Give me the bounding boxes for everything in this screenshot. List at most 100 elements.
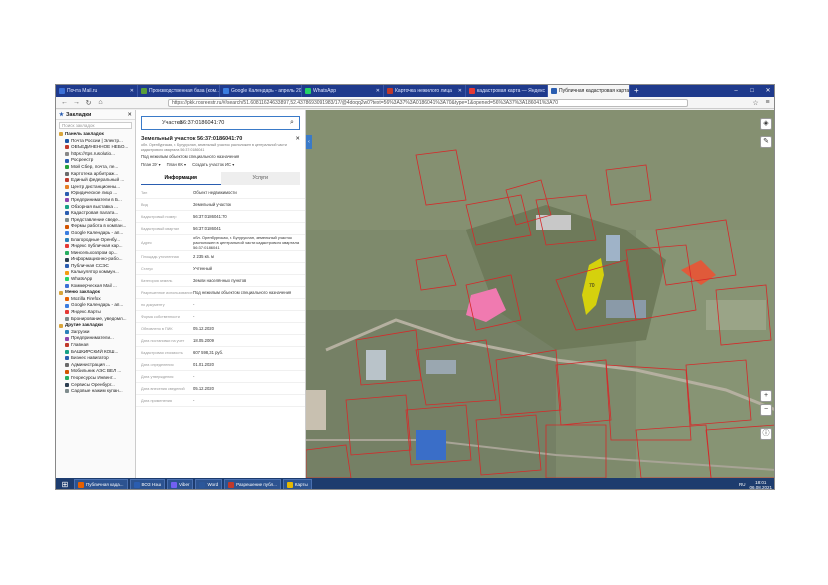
bookmark-item[interactable]: Публичная ССЭС [56, 263, 135, 270]
bookmark-item[interactable]: Мой Сбер, почта, пе... [56, 164, 135, 171]
cadastral-search-box[interactable]: Участки 56:37:0186041:70 ⌕ [141, 116, 300, 130]
ruler-icon[interactable]: ✎ [760, 136, 772, 148]
bookmark-folder[interactable]: Меню закладок [56, 289, 135, 296]
bookmark-item[interactable]: Предприниматели в Б... [56, 197, 135, 204]
tab-services[interactable]: Услуги [220, 172, 300, 185]
bookmark-item[interactable]: Картотека арбитраж... [56, 171, 135, 178]
browser-tab[interactable]: WhatsApp ✕ [302, 85, 384, 97]
bookmark-item[interactable]: Бронирование, уведомл... [56, 316, 135, 323]
bookmark-item[interactable]: БАШКИРСКИЙ КОШ... [56, 349, 135, 356]
bookmark-label: Благородные Оренбу... [71, 236, 121, 242]
bookmark-item[interactable]: Минсельхозпром ор... [56, 250, 135, 257]
bookmark-item[interactable]: Администрация ... [56, 362, 135, 369]
taskbar-app[interactable]: Публичная када... [74, 479, 128, 489]
bookmark-folder[interactable]: Панель закладок [56, 131, 135, 138]
bookmark-item[interactable]: Калькулятор коммун... [56, 269, 135, 276]
search-input[interactable]: 56:37:0186041:70 [180, 120, 285, 126]
bookmark-item[interactable]: Яндекс.Карты [56, 309, 135, 316]
bookmark-item[interactable]: Обзорная выставка ... [56, 204, 135, 211]
taskbar-app[interactable]: Карты [282, 479, 312, 489]
star-icon[interactable]: ☆ [751, 99, 760, 107]
bookmark-item[interactable]: Mozilla Firefox [56, 296, 135, 303]
browser-tab[interactable]: кадастровая карта — Яндекс✕ [466, 85, 548, 97]
bookmark-item[interactable]: Google Календарь - ап... [56, 302, 135, 309]
maximize-icon[interactable]: □ [744, 85, 760, 97]
browser-tab[interactable]: Google Календарь - апрель 20...✕ [220, 85, 302, 97]
bookmark-item[interactable]: Росреестр [56, 157, 135, 164]
menu-icon[interactable]: ≡ [763, 99, 772, 106]
bookmark-item[interactable]: WhatsApp [56, 276, 135, 283]
bookmark-item[interactable]: Информационно-рабо... [56, 256, 135, 263]
bookmark-label: Мой Сбер, почта, пе... [71, 163, 119, 169]
info-icon[interactable]: ⓘ [760, 428, 772, 440]
close-icon[interactable]: ✕ [295, 136, 300, 142]
bookmark-item[interactable]: Бизнес навигатор [56, 355, 135, 362]
card-title: Земельный участок 56:37:0186041:70 [141, 136, 243, 142]
bookmarks-search-input[interactable]: Поиск закладок [59, 122, 132, 129]
browser-tab[interactable]: Карточка нежилого лица ✕ [384, 85, 466, 97]
bookmark-item[interactable]: Садовые нажим купан... [56, 388, 135, 395]
card-tool-button[interactable]: План КК ▾ [167, 162, 186, 167]
favicon-icon [65, 310, 69, 315]
taskbar-app[interactable]: ВОЗ Нэш [129, 479, 166, 489]
browser-tab[interactable]: Производственная база (ком...✕ [138, 85, 220, 97]
bookmark-folder[interactable]: Другие закладки [56, 322, 135, 329]
map-view[interactable]: 70 ◈ ✎ + − ⓘ [306, 110, 775, 478]
bookmark-item[interactable]: Юридическое лицо ... [56, 190, 135, 197]
zoom-in-button[interactable]: + [760, 390, 772, 402]
bookmark-item[interactable]: Представление сведе... [56, 217, 135, 224]
bookmark-item[interactable]: Кадастровая палата... [56, 210, 135, 217]
bookmark-item[interactable]: Коммерческая Mail ... [56, 283, 135, 290]
bookmark-item[interactable]: Почта России | Электр... [56, 138, 135, 145]
search-icon[interactable]: ⌕ [285, 119, 299, 127]
taskbar-app[interactable]: Разрешение публ... [224, 479, 281, 489]
bookmark-item[interactable]: ОБЪЕДИНЕННОЕ НЕБО... [56, 144, 135, 151]
clock[interactable]: 18:01 06.08.2021 [749, 480, 772, 490]
bookmark-item[interactable]: Георесурсы Инвент... [56, 375, 135, 382]
card-tool-button[interactable]: План ЗУ ▾ [141, 162, 161, 167]
bookmark-label: Google Календарь - ап... [71, 229, 124, 235]
reload-icon[interactable]: ↻ [84, 99, 93, 107]
minimize-icon[interactable]: – [728, 85, 744, 97]
satellite-map[interactable]: 70 [306, 110, 775, 478]
back-icon[interactable]: ← [60, 99, 69, 106]
close-tab-icon[interactable]: ✕ [376, 88, 380, 94]
bookmark-item[interactable]: Главная [56, 342, 135, 349]
taskbar-app[interactable]: Word [195, 479, 223, 489]
new-tab-button[interactable]: + [630, 85, 643, 97]
bookmark-item[interactable]: Центр дистанционны... [56, 184, 135, 191]
browser-tab[interactable]: Почта Mail.ru ✕ [56, 85, 138, 97]
bookmark-item[interactable]: Сервисы Оренбург... [56, 382, 135, 389]
bookmark-item[interactable]: Мобильник АЭС ВЕЛ ... [56, 368, 135, 375]
card-tool-button[interactable]: Создать участок ИС ▾ [192, 162, 234, 167]
attribute-key: Кадастровый квартал [141, 226, 180, 231]
tab-information[interactable]: Информация [141, 172, 221, 185]
language-indicator[interactable]: RU [739, 482, 746, 487]
taskbar-app[interactable]: Viber [167, 479, 194, 489]
close-window-icon[interactable]: ✕ [760, 85, 774, 97]
browser-tab[interactable]: Публичная кадастровая карта✕ [548, 85, 630, 97]
collapse-panel-button[interactable]: ‹ [306, 135, 312, 149]
close-tab-icon[interactable]: ✕ [458, 88, 462, 94]
bookmark-item[interactable]: Яндекс публичная кар... [56, 243, 135, 250]
bookmark-item[interactable]: Благородные Оренбу... [56, 237, 135, 244]
home-icon[interactable]: ⌂ [96, 99, 105, 106]
favicon-icon [65, 356, 69, 361]
attribute-row: Форма собственности - [136, 311, 305, 323]
search-type-select[interactable]: Участки [142, 120, 182, 126]
bookmark-item[interactable]: Google Календарь - ап... [56, 230, 135, 237]
layers-icon[interactable]: ◈ [760, 118, 772, 130]
address-bar[interactable]: https://pkk.rosreestr.ru/#/search/51.608… [168, 98, 688, 107]
attribute-row: Дата постановки на учет 18.05.2009 [136, 335, 305, 347]
bookmark-item[interactable]: Фермы работа в компан... [56, 223, 135, 230]
bookmark-item[interactable]: Загрузки [56, 329, 135, 336]
forward-icon[interactable]: → [72, 99, 81, 106]
bookmark-item[interactable]: Единый федеральный ... [56, 177, 135, 184]
bookmark-item[interactable]: Предприниматели... [56, 335, 135, 342]
bookmark-item[interactable]: https://rtps.rusolutio... [56, 151, 135, 158]
attribute-value: Земли населённых пунктов [193, 278, 247, 283]
zoom-out-button[interactable]: − [760, 404, 772, 416]
close-tab-icon[interactable]: ✕ [130, 88, 134, 94]
close-icon[interactable]: ✕ [127, 112, 132, 118]
start-menu-icon[interactable]: ⊞ [58, 479, 72, 490]
